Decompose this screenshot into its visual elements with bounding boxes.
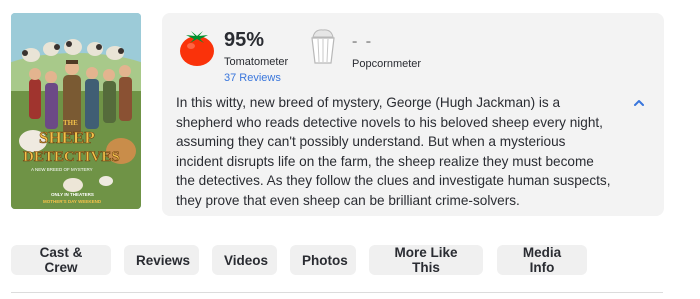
poster-tagline: A NEW BREED OF MYSTERY (31, 167, 93, 172)
reviews-count-link[interactable]: 37 Reviews (224, 72, 281, 84)
fresh-tomato-icon (180, 31, 214, 66)
nav-cast-and-crew[interactable]: Cast & Crew (11, 245, 111, 275)
nav-videos[interactable]: Videos (212, 245, 277, 275)
nav-media-info[interactable]: Media Info (497, 245, 587, 275)
poster-release-line2: MOTHER'S DAY WEEKEND (43, 199, 102, 204)
popcornmeter-score: - - (352, 33, 374, 50)
empty-popcorn-icon (311, 29, 335, 64)
nav-reviews[interactable]: Reviews (124, 245, 199, 275)
collapse-synopsis-button[interactable] (630, 94, 648, 112)
poster-title-detectives: DETECTIVES (23, 149, 120, 165)
tomatometer-label: Tomatometer (224, 56, 289, 68)
chevron-up-icon (634, 100, 644, 106)
movie-synopsis: In this witty, new breed of mystery, Geo… (176, 95, 611, 208)
scores-and-synopsis-card: 95% Tomatometer 37 Reviews - - Popcornme… (162, 13, 664, 216)
tomatometer-score: 95% (224, 29, 265, 51)
popcornmeter-label: Popcornmeter (352, 58, 422, 70)
nav-more-like-this[interactable]: More Like This (369, 245, 483, 275)
poster-title-sheep: SHEEP (39, 128, 95, 147)
nav-photos[interactable]: Photos (290, 245, 356, 275)
poster-title-the: THE (63, 119, 78, 127)
poster-artwork: THE SHEEP DETECTIVES A NEW BREED OF MYST… (11, 13, 141, 209)
movie-poster[interactable]: THE SHEEP DETECTIVES A NEW BREED OF MYST… (11, 13, 141, 209)
poster-release-line1: ONLY IN THEATERS (51, 192, 94, 197)
section-divider (11, 292, 663, 293)
